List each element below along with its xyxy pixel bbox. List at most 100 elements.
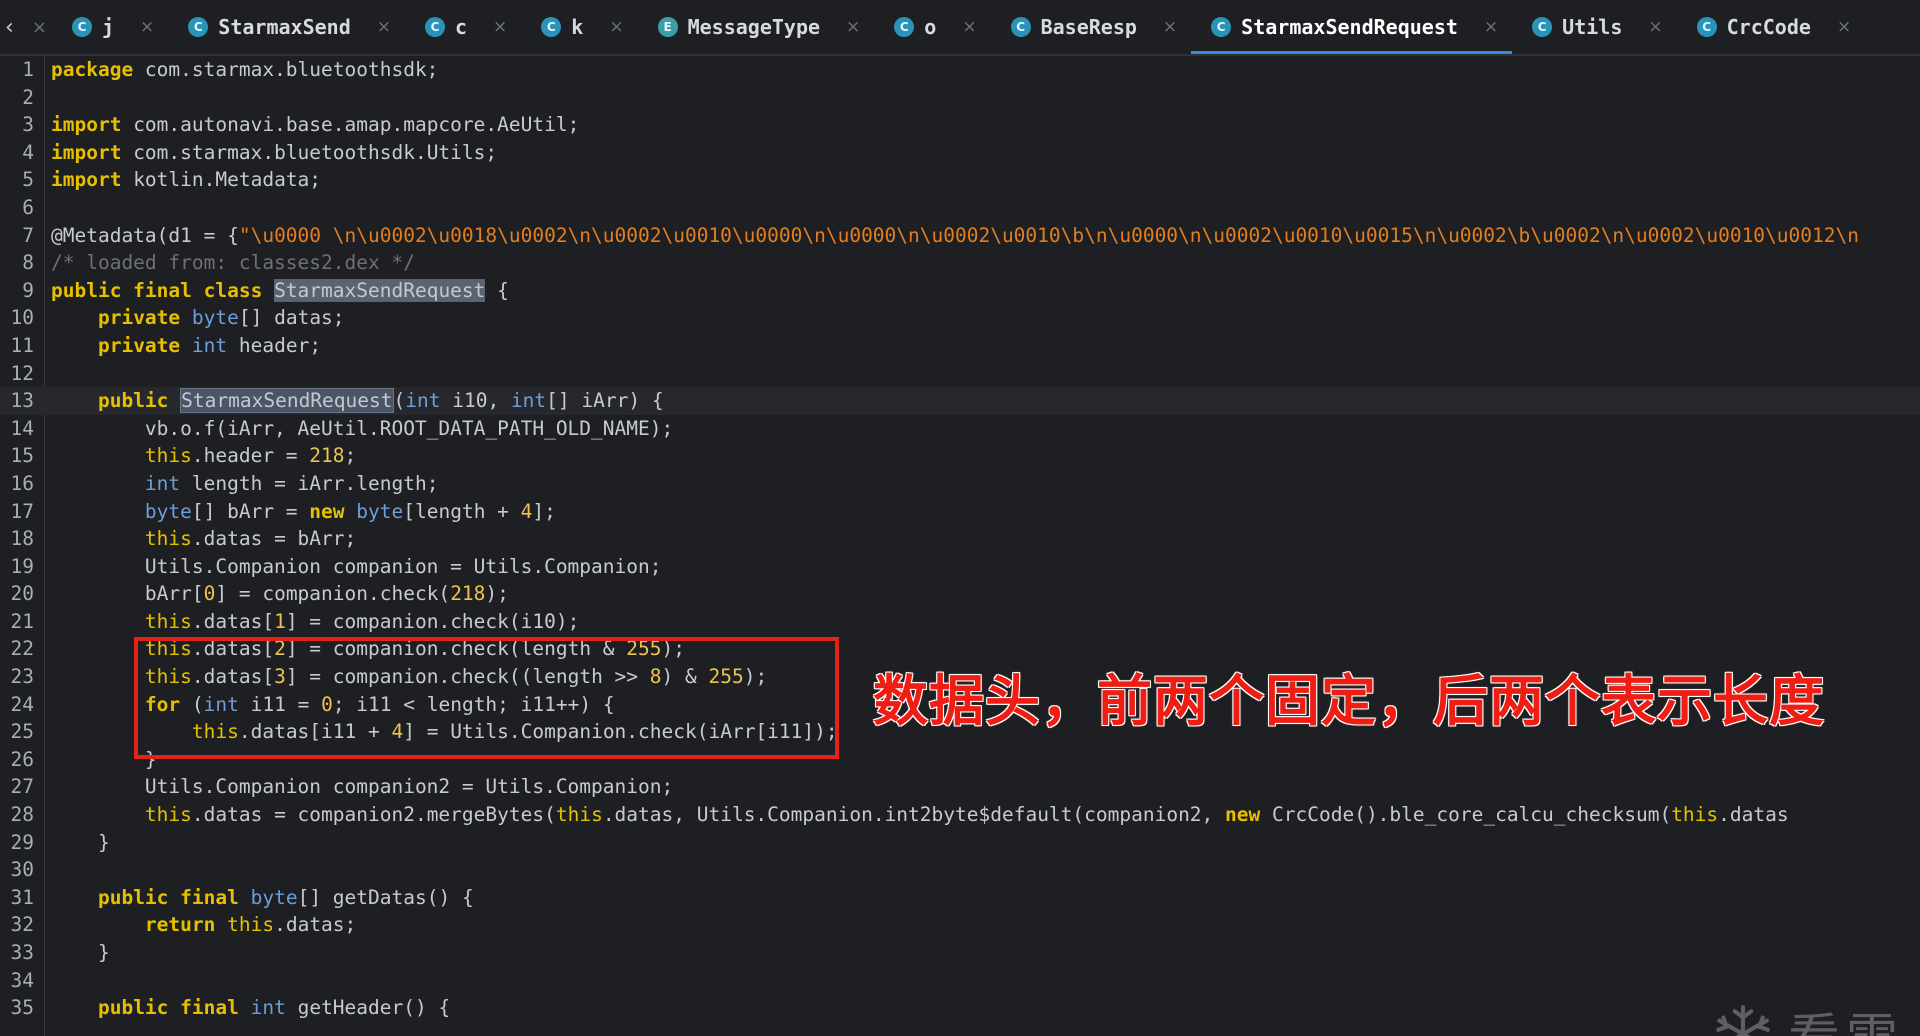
- code-line[interactable]: 7 @Metadata(d1 = {"\u0000 \n\u0002\u0018\…: [0, 222, 1920, 250]
- code-token: [] iArr) {: [546, 389, 664, 413]
- line-number: 31: [10, 885, 34, 909]
- code-token: this: [227, 913, 275, 937]
- tab-close-icon[interactable]: ×: [140, 17, 154, 37]
- code-text: private int header;: [51, 332, 321, 360]
- code-token: this: [555, 803, 603, 827]
- code-text: byte[] bArr = new byte[length + 4];: [51, 498, 556, 526]
- tab-starmaxsendrequest[interactable]: C StarmaxSendRequest ×: [1191, 0, 1513, 54]
- tab-j[interactable]: Cj ×: [52, 0, 168, 54]
- code-line[interactable]: 35 public final int getHeader() {: [0, 994, 1920, 1022]
- code-line[interactable]: 9 public final class StarmaxSendRequest {: [0, 277, 1920, 305]
- code-line[interactable]: 10 private byte[] datas;: [0, 304, 1920, 332]
- line-number: 33: [10, 941, 34, 964]
- code-text: this.header = 218;: [51, 442, 356, 470]
- code-token: private: [97, 333, 181, 357]
- code-line[interactable]: 33 }: [0, 939, 1920, 967]
- line-number: 8: [22, 251, 34, 275]
- chevron-left-icon: ‹: [5, 14, 14, 40]
- code-line[interactable]: 19 Utils.Companion companion = Utils.Com…: [0, 553, 1920, 581]
- tab-close-icon[interactable]: ×: [609, 17, 623, 37]
- code-token: new: [309, 499, 345, 523]
- code-line[interactable]: 14 vb.o.f(iArr, AeUtil.ROOT_DATA_PATH_OL…: [0, 415, 1920, 443]
- code-text: public StarmaxSendRequest(int i10, int[]…: [51, 387, 664, 415]
- code-line[interactable]: 3 import com.autonavi.base.amap.mapcore.A…: [0, 111, 1920, 139]
- editor-tab-bar: ‹ × Cj × C StarmaxSend × Cc × Ck × E MessageType × Co…: [0, 0, 1920, 56]
- code-line[interactable]: 4 import com.starmax.bluetoothsdk.Utils;: [0, 139, 1920, 167]
- tab-starmaxsend[interactable]: C StarmaxSend ×: [168, 0, 405, 54]
- code-line[interactable]: 20 bArr[0] = companion.check(218);: [0, 580, 1920, 608]
- code-line[interactable]: 12: [0, 360, 1920, 388]
- tab-close-icon[interactable]: ×: [1648, 17, 1662, 37]
- line-number: 17: [10, 499, 34, 523]
- code-line[interactable]: 2: [0, 84, 1920, 112]
- code-token: kotlin.Metadata;: [121, 168, 322, 192]
- tab-c[interactable]: Cc ×: [405, 0, 521, 54]
- code-token: );: [485, 582, 509, 606]
- tab-close-icon[interactable]: ×: [377, 17, 391, 37]
- class-icon: C: [188, 17, 209, 37]
- code-line[interactable]: 32 return this.datas;: [0, 911, 1920, 939]
- code-line[interactable]: 29 }: [0, 829, 1920, 857]
- line-number: 29: [10, 830, 34, 854]
- tab-baseresp[interactable]: C BaseResp ×: [991, 0, 1192, 54]
- code-token: this: [144, 609, 192, 633]
- code-token: 218: [309, 444, 345, 468]
- code-line[interactable]: 30: [0, 856, 1920, 884]
- code-token: vb.o.f(iArr, AeUtil.ROOT_DATA_PATH_OLD_N…: [51, 416, 674, 440]
- tab-messagetype[interactable]: E MessageType ×: [638, 0, 875, 54]
- tab-scroll-back-button[interactable]: ‹ ×: [0, 0, 52, 54]
- line-number: 10: [10, 306, 34, 330]
- code-token: int: [405, 389, 441, 413]
- tab-close-icon[interactable]: ×: [1163, 17, 1177, 37]
- tab-close-icon[interactable]: ×: [1837, 17, 1851, 37]
- tab-close-icon[interactable]: ×: [962, 17, 976, 37]
- code-line[interactable]: 8 /* loaded from: classes2.dex */: [0, 249, 1920, 277]
- tab-k[interactable]: Ck ×: [521, 0, 637, 54]
- code-token: (: [393, 389, 406, 413]
- tab-close-icon[interactable]: ×: [846, 17, 860, 37]
- tab-close-icon[interactable]: ×: [493, 17, 507, 37]
- code-line[interactable]: 31 public final byte[] getDatas() {: [0, 884, 1920, 912]
- code-token: byte: [356, 499, 404, 523]
- tab-utils[interactable]: C Utils ×: [1512, 0, 1676, 54]
- code-line[interactable]: 6: [0, 194, 1920, 222]
- code-editor[interactable]: 1 package com.starmax.bluetoothsdk; 2 3 impo…: [0, 56, 1920, 1036]
- code-text: import com.autonavi.base.amap.mapcore.Ae…: [51, 111, 579, 139]
- watermark-text: 看雪: [1788, 996, 1904, 1036]
- code-line[interactable]: 28 this.datas = companion2.mergeBytes(th…: [0, 801, 1920, 829]
- class-icon: C: [425, 17, 445, 37]
- code-token: public final: [97, 885, 239, 909]
- code-token: Utils.Companion companion = Utils.Compan…: [51, 554, 662, 578]
- tab-o[interactable]: Co ×: [874, 0, 990, 54]
- code-line[interactable]: 17 byte[] bArr = new byte[length + 4];: [0, 498, 1920, 526]
- code-line[interactable]: 18 this.datas = bArr;: [0, 525, 1920, 553]
- tab-label: k: [571, 15, 584, 39]
- code-line[interactable]: 15 this.header = 218;: [0, 442, 1920, 470]
- code-text: public final int getHeader() {: [51, 994, 450, 1022]
- tab-close-icon[interactable]: ×: [1484, 17, 1498, 37]
- line-number: 28: [10, 803, 34, 827]
- code-text: @Metadata(d1 = {"\u0000 \n\u0002\u0018\u…: [51, 222, 1859, 250]
- code-line[interactable]: 1 package com.starmax.bluetoothsdk;: [0, 56, 1920, 84]
- code-token: this: [144, 527, 192, 551]
- code-token: i10,: [440, 389, 511, 413]
- code-token: com.autonavi.base.amap.mapcore.AeUtil;: [121, 113, 580, 137]
- code-line[interactable]: 21 this.datas[1] = companion.check(i10);: [0, 608, 1920, 636]
- code-line[interactable]: 16 int length = iArr.length;: [0, 470, 1920, 498]
- line-number: 20: [10, 582, 34, 606]
- close-icon[interactable]: ×: [32, 17, 47, 38]
- code-lines: 1 package com.starmax.bluetoothsdk; 2 3 impo…: [0, 56, 1920, 1022]
- code-line[interactable]: 5 import kotlin.Metadata;: [0, 166, 1920, 194]
- code-line[interactable]: 11 private int header;: [0, 332, 1920, 360]
- tab-crccode[interactable]: C CrcCode ×: [1677, 0, 1866, 54]
- code-line[interactable]: 27 Utils.Companion companion2 = Utils.Co…: [0, 773, 1920, 801]
- code-token: StarmaxSendRequest: [274, 278, 486, 302]
- code-token: header;: [227, 333, 322, 357]
- code-line[interactable]: 13 public StarmaxSendRequest(int i10, in…: [0, 387, 1920, 415]
- code-line[interactable]: 34: [0, 967, 1920, 995]
- line-number: 19: [10, 554, 34, 578]
- code-text: public final class StarmaxSendRequest {: [51, 277, 509, 305]
- code-token: byte: [191, 306, 239, 330]
- code-token: com.starmax.bluetoothsdk.Utils;: [121, 140, 498, 164]
